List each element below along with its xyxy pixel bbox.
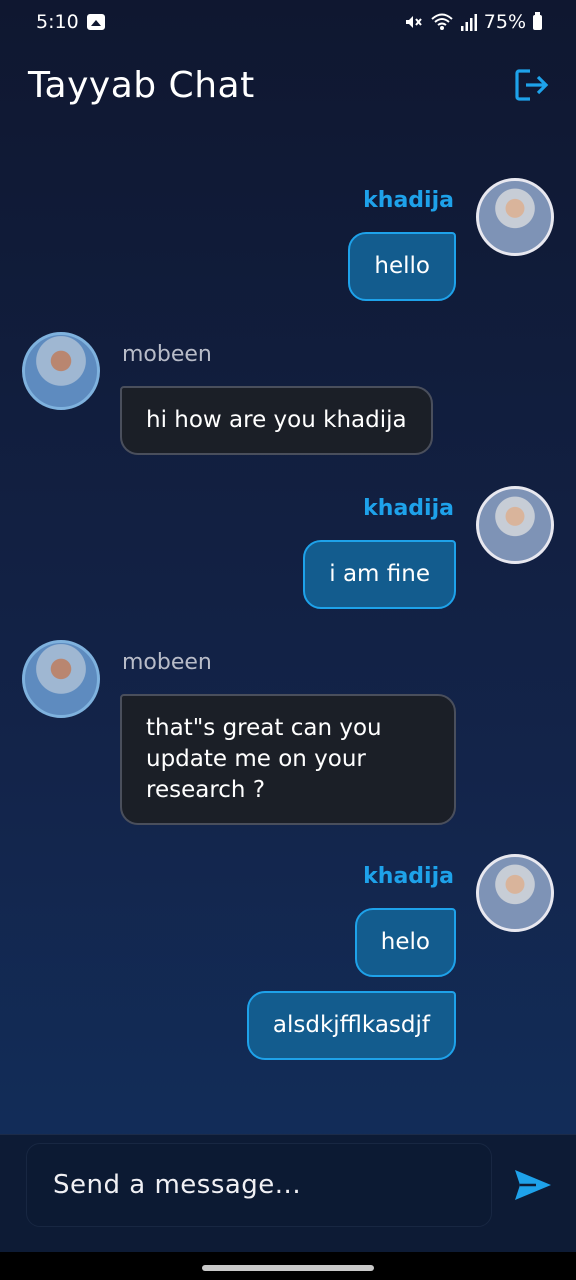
mute-icon [405, 16, 422, 28]
avatar-mobeen[interactable] [22, 640, 100, 718]
message-input[interactable] [26, 1143, 492, 1227]
status-right: 75% [403, 11, 542, 33]
app-bar: Tayyab Chat [0, 50, 576, 120]
status-time: 5:10 [36, 11, 79, 33]
image-icon [86, 14, 105, 30]
avatar-khadija[interactable] [476, 486, 554, 564]
message-bubble[interactable]: i am fine [303, 540, 456, 609]
message-bubble[interactable]: hi how are you khadija [120, 386, 433, 455]
send-icon [515, 1170, 551, 1200]
wifi-icon [431, 13, 453, 30]
signal-icon [460, 14, 477, 31]
avatar-mobeen[interactable] [22, 332, 100, 410]
sender-name: mobeen [122, 650, 212, 675]
message-bubble[interactable]: hello [348, 232, 456, 301]
battery-icon [533, 11, 542, 30]
message-bubble[interactable]: helo [354, 908, 456, 977]
sender-name: khadija [363, 864, 454, 889]
logout-button[interactable] [512, 65, 552, 105]
home-indicator[interactable] [202, 1265, 374, 1271]
send-button[interactable] [512, 1167, 554, 1203]
system-nav-bar [0, 1252, 576, 1280]
battery-percent: 75% [483, 11, 526, 33]
sender-name: khadija [363, 496, 454, 521]
avatar-khadija[interactable] [476, 854, 554, 932]
logout-icon [515, 69, 549, 101]
chat-messages[interactable]: khadija hello mobeen hi how are you khad… [0, 130, 576, 1130]
message-bubble[interactable]: that"s great can you update me on your r… [120, 694, 456, 825]
sender-name: mobeen [122, 342, 212, 367]
message-composer [0, 1134, 576, 1252]
app-title: Tayyab Chat [28, 64, 255, 106]
sender-name: khadija [363, 188, 454, 213]
status-left: 5:10 [36, 11, 105, 33]
avatar-khadija[interactable] [476, 178, 554, 256]
message-bubble[interactable]: alsdkjfflkasdjf [246, 991, 456, 1060]
status-bar: 5:10 75% [0, 0, 576, 44]
